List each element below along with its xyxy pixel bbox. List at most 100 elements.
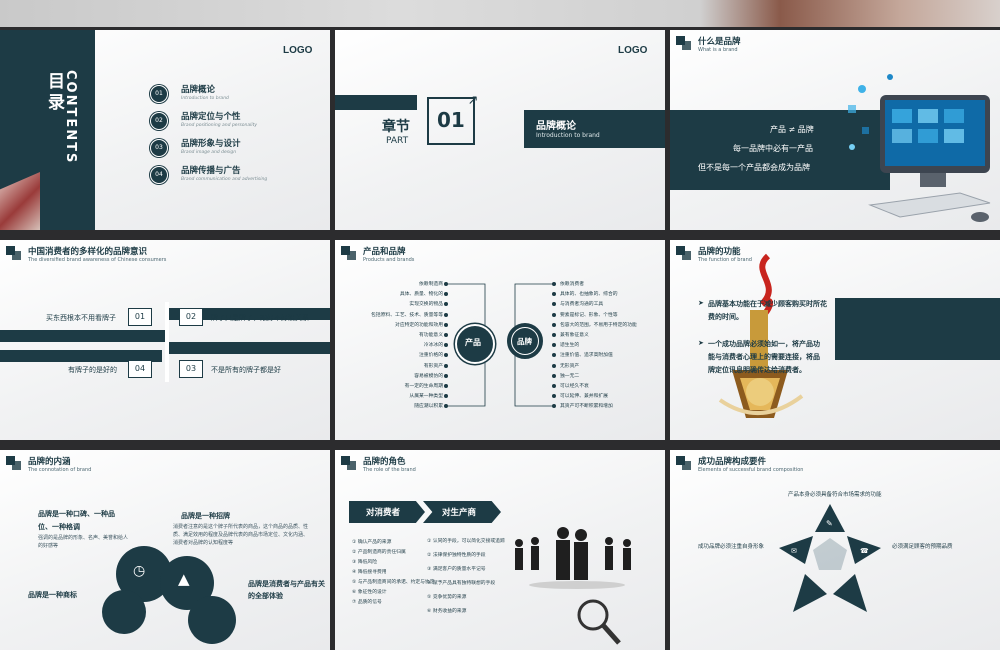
header-squares-icon	[6, 456, 22, 470]
product-list-item: 从属某一种类型	[409, 394, 443, 400]
chapter-label-en: PART	[386, 136, 409, 146]
connotation-circle-4	[188, 596, 236, 644]
bullet-dot	[552, 384, 556, 388]
toc-item-title[interactable]: 品牌概论	[181, 83, 215, 95]
tab-producer-label: 对生产商	[442, 508, 477, 518]
bullet-dot	[552, 333, 556, 337]
product-list-item: 包括原料、工艺、技术、质量等等	[371, 312, 443, 318]
toc-logo: LOGO	[283, 45, 313, 56]
slide-chapter[interactable]: LOGO 章节 PART 01 → 品牌概论 Introduction to b…	[335, 30, 665, 230]
connector-lines	[447, 283, 553, 407]
quad-num-04: 04	[128, 360, 152, 378]
brand-list-item: 适生生的	[560, 343, 580, 349]
slide-subtitle: What is a brand	[698, 47, 738, 53]
svg-text:☎: ☎	[860, 547, 869, 555]
slide-subtitle: The connotation of brand	[28, 467, 92, 473]
connotation-1-desc: 强调的是品牌的形象、名声、美誉和给人的好感等	[38, 535, 129, 549]
product-list-item: 有一定的生命周期	[404, 384, 443, 389]
slide-brand-awareness[interactable]: 中国消费者的多样化的品牌意识 The diversified brand awa…	[0, 240, 330, 440]
header-squares-icon	[676, 36, 692, 50]
chapter-title: 品牌概论	[536, 121, 576, 132]
slide-title: 品牌的角色	[363, 457, 406, 467]
header-squares-icon	[676, 246, 692, 260]
business-people-illustration	[515, 527, 631, 645]
slide-subtitle: The diversified brand awareness of Chine…	[28, 257, 167, 263]
previous-slide-strip	[0, 0, 1000, 27]
bullet-dot	[444, 322, 448, 327]
producer-list-item: ⑥ 财务收益的来源	[427, 609, 467, 614]
slide-brand-connotation[interactable]: 品牌的内涵 The connotation of brand 品牌是一种口碑、一…	[0, 450, 330, 650]
bullet-dot	[444, 312, 448, 317]
connotation-1-title: 品牌是一种口碑、一种品位、一种格调	[38, 510, 115, 531]
slide-what-is-brand[interactable]: 什么是品牌 What is a brand 产品 ≠ 品牌 每一品牌中必有一产品…	[670, 30, 1000, 230]
function-point-2: 一个成功品牌必须始如一，将产品功能与消费者心理上的需要连接，将品牌定位讯息明确传…	[708, 340, 820, 374]
element-left: 成功品牌必须注重自身形象	[698, 544, 765, 550]
toc-title-en: CONTENTS	[63, 70, 78, 165]
brand-list-item: 可以经久不衰	[560, 384, 589, 389]
connotation-2-desc: 消费者注意的是这个牌子所代表的商品，这个商品的品质、性质、满足效用的程度及品牌代…	[173, 524, 309, 546]
connotation-2-title: 品牌是一种招牌	[181, 512, 230, 520]
product-label: 产品	[465, 338, 481, 347]
consumer-list-item: ⑦ 品质的信号	[352, 600, 382, 605]
toc-item-title[interactable]: 品牌定位与个性	[181, 110, 241, 122]
header-squares-icon	[676, 456, 692, 470]
slide-title: 什么是品牌	[698, 37, 741, 47]
toc-item-title[interactable]: 品牌传播与广告	[181, 164, 241, 176]
toc-number-badge: 03	[150, 139, 168, 157]
computer-illustration	[848, 74, 991, 222]
element-top: 产品本身必须具备符合市场需求的功能	[788, 492, 882, 498]
quad-num-03: 03	[179, 360, 203, 378]
toc-number-badge: 01	[150, 85, 168, 103]
slide-product-and-brand[interactable]: 产品和品牌 Products and brands 产品 品牌 依赖制造商 具体、…	[335, 240, 665, 440]
consumer-list-item: ⑥ 象征性的设计	[352, 590, 387, 595]
bullet-dot	[552, 322, 556, 327]
bullet-icon: ➤	[698, 339, 704, 347]
connotation-3-title: 品牌是一种商标	[28, 591, 77, 599]
quad-divider	[165, 302, 169, 382]
producer-list-item: ② 法律保护独特性质的手段	[427, 553, 486, 558]
slide-title: 品牌的内涵	[28, 457, 71, 467]
slide-title: 成功品牌构成要件	[698, 457, 767, 467]
slide-success-elements[interactable]: 成功品牌构成要件 Elements of successful brand co…	[670, 450, 1000, 650]
element-right: 必须满足顾客的预期品质	[892, 544, 953, 550]
toc-item-subtitle: Introduction to brand	[181, 96, 229, 101]
consumer-list-item: ④ 降低搜寻费用	[352, 570, 387, 575]
definition-line-2: 每一品牌中必有一产品	[733, 144, 813, 153]
quad-bar-tl	[0, 330, 165, 342]
chapter-num: 01	[437, 108, 465, 132]
bullet-dot	[552, 282, 556, 286]
toc-item-subtitle: Brand positioning and personality	[181, 123, 258, 128]
product-list-item: 随应潮以积累	[414, 404, 443, 410]
consumer-list-item: ⑤ 与产品制造商间的承诺、约定与协定	[352, 580, 435, 585]
slide-brand-function[interactable]: 品牌的功能 The function of brand ➤ 品牌基本功能在于减少…	[670, 240, 1000, 440]
chapter-logo: LOGO	[618, 45, 648, 56]
toc-number-badge: 04	[150, 166, 168, 184]
connotation-circle-3	[102, 590, 146, 634]
slide-subtitle: The role of the brand	[363, 467, 416, 473]
product-list-item: 容易被模仿的	[414, 373, 443, 379]
brand-label: 品牌	[517, 337, 532, 346]
slide-subtitle: Elements of successful brand composition	[698, 467, 804, 473]
connotation-4-title: 品牌是消费者与产品有关的全部体验	[248, 580, 325, 600]
quad-num-01: 01	[128, 308, 152, 326]
product-list-item: 对应特定的功能和效用	[395, 322, 443, 328]
slide-toc[interactable]: 目录 CONTENTS LOGO 01 品牌概论 Introduction to b…	[0, 30, 330, 230]
slide-brand-role[interactable]: 品牌的角色 The role of the brand 对消费者 对生产商 ① …	[335, 450, 665, 650]
header-squares-icon	[6, 246, 22, 260]
quad-text-03: 不是所有的牌子都是好	[211, 366, 281, 374]
quad-text-04: 有牌子的是好的	[68, 366, 117, 374]
product-list-item: 有形资产	[423, 363, 443, 369]
toc-item-title[interactable]: 品牌形象与设计	[181, 137, 241, 149]
bullet-dot	[444, 384, 448, 388]
chapter-subtitle: Introduction to brand	[536, 132, 600, 139]
brand-list-item: 依赖消费者	[560, 282, 584, 287]
product-list-item: 依赖制造商	[419, 282, 443, 287]
product-list-item: 冷冰冰的	[423, 343, 443, 349]
definition-line-1: 产品 ≠ 品牌	[770, 125, 814, 134]
quad-bar-br	[168, 342, 330, 354]
brand-list-item: 与消费者沟通的工具	[560, 302, 604, 308]
chapter-label-cn: 章节	[382, 119, 410, 135]
header-squares-icon	[341, 456, 357, 470]
producer-list-item: ③ 满足客户的质量水平记号	[427, 567, 486, 572]
brand-list-item: 注重价值、追求高附加值	[560, 353, 613, 359]
